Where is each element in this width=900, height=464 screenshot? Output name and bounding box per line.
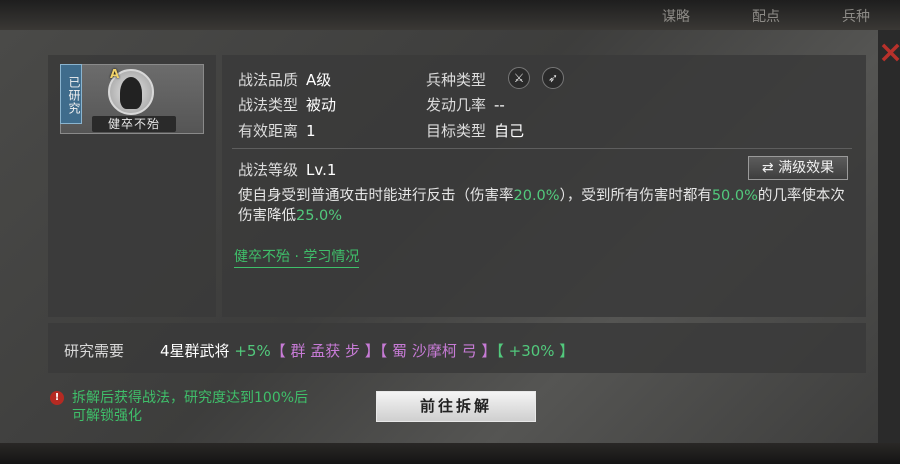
tab-strategy[interactable]: 谋略 — [662, 6, 690, 26]
tab-points[interactable]: 配点 — [752, 6, 780, 26]
rate-value: -- — [494, 96, 505, 114]
desc-value-2: 50.0% — [711, 188, 758, 204]
grade-badge: A — [110, 67, 120, 81]
divider — [232, 148, 852, 149]
bottom-strip — [0, 443, 900, 464]
researched-banner: 已研究 — [60, 64, 82, 124]
full-level-effect-button[interactable]: ⇄ 满级效果 — [748, 156, 848, 180]
type-value: 被动 — [306, 96, 337, 114]
top-tabs: 谋略 配点 兵种 — [662, 6, 870, 26]
range-label: 有效距离 — [238, 122, 299, 140]
research-prefix: 4星群武将 — [160, 342, 230, 360]
level-label: 战法等级 — [238, 161, 299, 179]
rate-label: 发动几率 — [426, 96, 487, 114]
quality-value: A级 — [306, 71, 332, 89]
warning-line-2: 可解锁强化 — [72, 408, 142, 424]
troop-row: 兵种类型 — [426, 69, 486, 90]
warning-icon: ! — [50, 391, 64, 405]
type-row: 战法类型 被动 — [238, 94, 336, 115]
quality-label: 战法品质 — [238, 71, 299, 89]
rate-row: 发动几率 -- — [426, 94, 505, 115]
close-icon[interactable]: × — [878, 40, 900, 68]
full-level-effect-label: 满级效果 — [778, 160, 835, 176]
warning-line-1: 拆解后获得战法，研究度达到100%后 — [72, 390, 309, 406]
desc-value-3: 25.0% — [296, 208, 343, 224]
target-row: 目标类型 自己 — [426, 120, 524, 141]
go-disassemble-button[interactable]: 前往拆解 — [376, 391, 536, 422]
level-row: 战法等级 Lv.1 — [238, 159, 336, 180]
spear-icon[interactable]: ⚔ — [508, 67, 530, 89]
bow-icon[interactable]: ➶ — [542, 67, 564, 89]
desc-part-1: 使自身受到普通攻击时能进行反击（伤害率 — [238, 188, 514, 204]
target-value: 自己 — [494, 122, 525, 140]
quality-row: 战法品质 A级 — [238, 69, 331, 90]
research-bonus-1: +5% — [234, 342, 271, 360]
warning-text: 拆解后获得战法，研究度达到100%后 可解锁强化 — [72, 389, 308, 425]
research-general-1[interactable]: 【 群 孟获 步 】 — [271, 342, 380, 360]
swap-icon: ⇄ — [761, 160, 774, 176]
research-label: 研究需要 — [64, 342, 125, 360]
desc-value-1: 20.0% — [513, 188, 560, 204]
skill-card-name: 健卒不殆 — [92, 116, 176, 132]
type-label: 战法类型 — [238, 96, 299, 114]
skill-description: 使自身受到普通攻击时能进行反击（伤害率20.0%），受到所有伤害时都有50.0%… — [238, 186, 852, 226]
tab-troops[interactable]: 兵种 — [842, 6, 870, 26]
learn-status-link[interactable]: 健卒不殆 · 学习情况 — [234, 246, 360, 268]
warrior-figure-icon — [120, 77, 142, 109]
top-strip: 谋略 配点 兵种 — [0, 0, 900, 30]
troop-label: 兵种类型 — [426, 71, 487, 89]
research-bonus-2: 【 +30% 】 — [496, 342, 575, 360]
research-general-2[interactable]: 【 蜀 沙摩柯 弓 】 — [380, 342, 497, 360]
range-row: 有效距离 1 — [238, 120, 316, 141]
target-label: 目标类型 — [426, 122, 487, 140]
research-requirements: 4星群武将 +5%【 群 孟获 步 】【 蜀 沙摩柯 弓 】【 +30% 】 — [160, 340, 574, 361]
desc-part-2: ），受到所有伤害时都有 — [559, 188, 712, 204]
range-value: 1 — [306, 122, 316, 140]
level-value: Lv.1 — [306, 161, 337, 179]
